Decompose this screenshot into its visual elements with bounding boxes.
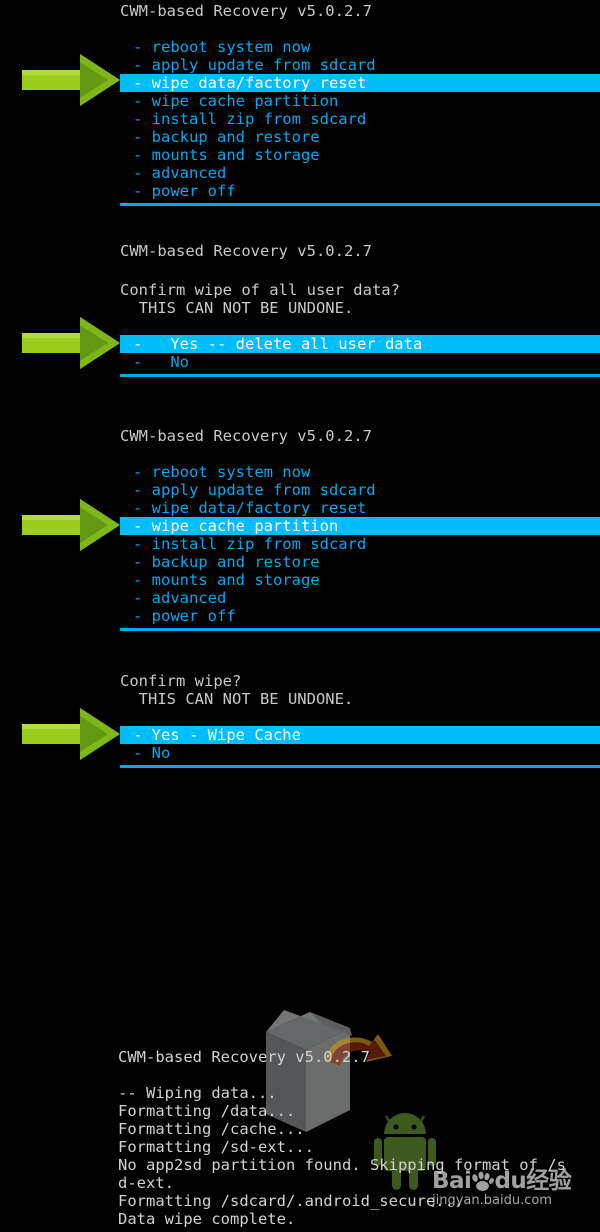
pointer-arrow-yes-delete-all-user-data bbox=[22, 317, 120, 369]
log-line-7: Data wipe complete. bbox=[118, 1210, 296, 1228]
recovery-title: CWM-based Recovery v5.0.2.7 bbox=[120, 2, 372, 20]
menu2-item-backup-and-restore[interactable]: - backup and restore bbox=[120, 553, 600, 571]
confirm-option-no-wipe-data[interactable]: - No bbox=[120, 353, 600, 371]
log-line-2: Formatting /cache... bbox=[118, 1120, 305, 1138]
menu2-item-wipe-cache-partition[interactable]: - wipe cache partition bbox=[120, 517, 600, 535]
recovery-title-confirm-data: CWM-based Recovery v5.0.2.7 bbox=[120, 242, 372, 260]
pointer-arrow-wipe-data-reset bbox=[22, 54, 120, 106]
confirm-option-no-wipe-cache[interactable]: - No bbox=[120, 744, 600, 762]
pointer-arrow-wipe-cache-partition bbox=[22, 499, 120, 551]
menu2-item-install-zip-from-sdcard[interactable]: - install zip from sdcard bbox=[120, 535, 600, 553]
menu-separator-rule bbox=[120, 203, 600, 206]
menu2-item-wipe-data-factory-reset[interactable]: - wipe data/factory reset bbox=[120, 499, 600, 517]
confirm-prompt-wipe-cache: Confirm wipe? bbox=[120, 672, 242, 690]
menu-item-install-zip-from-sdcard[interactable]: - install zip from sdcard bbox=[120, 110, 600, 128]
menu-item-mounts-and-storage[interactable]: - mounts and storage bbox=[120, 146, 600, 164]
log-title: CWM-based Recovery v5.0.2.7 bbox=[118, 1048, 370, 1066]
log-line-3: Formatting /sd-ext... bbox=[118, 1138, 314, 1156]
log-line-1: Formatting /data... bbox=[118, 1102, 296, 1120]
confirm-option-yes-delete-all-user-data[interactable]: - Yes -- delete all user data bbox=[120, 335, 600, 353]
confirm-separator-rule-wipe-data bbox=[120, 374, 600, 377]
confirm-warning-wipe-cache: THIS CAN NOT BE UNDONE. bbox=[120, 690, 354, 708]
confirm-prompt-wipe-data: Confirm wipe of all user data? bbox=[120, 281, 400, 299]
menu-item-apply-update-from-sdcard[interactable]: - apply update from sdcard bbox=[120, 56, 600, 74]
baidu-paw-icon bbox=[471, 1171, 495, 1191]
recovery-screenshot: Bai du经验 jingyan.baidu.com CWM-based Reco… bbox=[0, 0, 600, 1232]
log-line-6: Formatting /sdcard/.android_secure... bbox=[118, 1192, 464, 1210]
confirm-warning-wipe-data: THIS CAN NOT BE UNDONE. bbox=[120, 299, 354, 317]
menu2-item-reboot-system-now[interactable]: - reboot system now bbox=[120, 463, 600, 481]
pointer-arrow-yes-wipe-cache bbox=[22, 708, 120, 760]
menu-item-wipe-data-factory-reset[interactable]: - wipe data/factory reset bbox=[120, 74, 600, 92]
menu2-item-mounts-and-storage[interactable]: - mounts and storage bbox=[120, 571, 600, 589]
menu-item-power-off[interactable]: - power off bbox=[120, 182, 600, 200]
log-line-4: No app2sd partition found. Skipping form… bbox=[118, 1156, 566, 1174]
menu-item-reboot-system-now[interactable]: - reboot system now bbox=[120, 38, 600, 56]
confirm-separator-rule-wipe-cache bbox=[120, 765, 600, 768]
menu2-item-advanced[interactable]: - advanced bbox=[120, 589, 600, 607]
menu-item-advanced[interactable]: - advanced bbox=[120, 164, 600, 182]
recovery-title-2: CWM-based Recovery v5.0.2.7 bbox=[120, 427, 372, 445]
menu-item-backup-and-restore[interactable]: - backup and restore bbox=[120, 128, 600, 146]
menu2-item-apply-update-from-sdcard[interactable]: - apply update from sdcard bbox=[120, 481, 600, 499]
confirm-option-yes-wipe-cache[interactable]: - Yes - Wipe Cache bbox=[120, 726, 600, 744]
log-line-0: -- Wiping data... bbox=[118, 1084, 277, 1102]
log-line-5: d-ext. bbox=[118, 1174, 174, 1192]
android-robot-icon bbox=[374, 1113, 436, 1190]
menu-item-wipe-cache-partition[interactable]: - wipe cache partition bbox=[120, 92, 600, 110]
menu2-item-power-off[interactable]: - power off bbox=[120, 607, 600, 625]
menu2-separator-rule bbox=[120, 628, 600, 631]
